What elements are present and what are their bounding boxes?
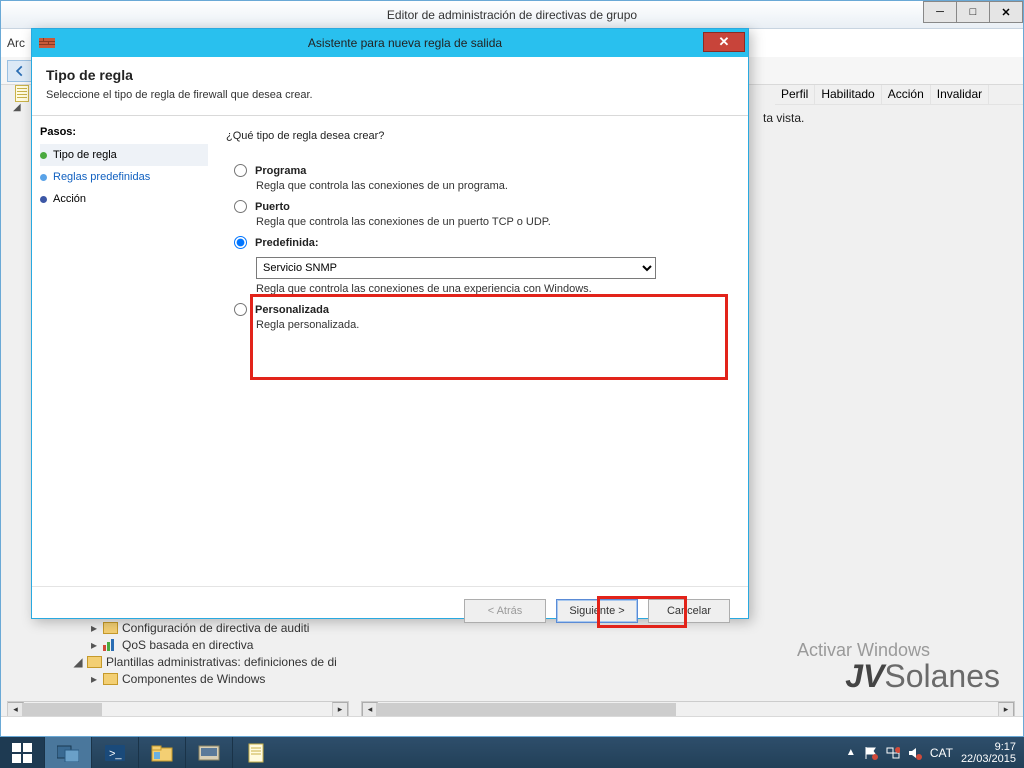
statusbar [1, 716, 1023, 736]
wizard-subheading: Seleccione el tipo de regla de firewall … [46, 89, 734, 101]
minimize-button[interactable]: ─ [923, 1, 957, 23]
svg-text:>_: >_ [109, 748, 122, 760]
server-manager-icon [57, 744, 79, 762]
qos-icon [103, 639, 118, 651]
brand-watermark: JVSolanes [845, 658, 1000, 695]
form-question: ¿Qué tipo de regla desea crear? [226, 130, 730, 142]
wizard-titlebar[interactable]: Asistente para nueva regla de salida ✕ [32, 29, 748, 57]
flag-icon[interactable] [864, 746, 878, 760]
maximize-button[interactable]: □ [956, 1, 990, 23]
folder-icon [103, 673, 118, 685]
taskbar-powershell[interactable]: >_ [92, 737, 138, 768]
option-program: Programa Regla que controla las conexion… [234, 164, 730, 192]
step-action[interactable]: Acción [40, 188, 208, 210]
steps-label: Pasos: [40, 126, 208, 138]
taskbar-explorer[interactable] [139, 737, 185, 768]
wizard-header: Tipo de regla Seleccione el tipo de regl… [32, 57, 748, 109]
wizard-footer: < Atrás Siguiente > Cancelar [32, 586, 748, 634]
console-icon [198, 744, 220, 762]
scroll-thumb[interactable] [22, 703, 102, 716]
start-button[interactable] [0, 737, 44, 768]
document-icon [247, 743, 265, 763]
back-button[interactable] [7, 60, 33, 82]
next-button[interactable]: Siguiente > [556, 599, 638, 623]
parent-titlebar[interactable]: Editor de administración de directivas d… [1, 1, 1023, 29]
wizard-title: Asistente para nueva regla de salida [62, 36, 748, 50]
listview-text-fragment: ta vista. [763, 111, 804, 125]
tree-row[interactable]: ▸QoS basada en directiva [65, 636, 337, 653]
taskbar-notepad[interactable] [233, 737, 279, 768]
expand-caret-icon[interactable]: ▸ [89, 638, 99, 652]
network-icon[interactable] [886, 746, 900, 760]
radio-port[interactable] [234, 200, 247, 213]
column-header[interactable]: Habilitado [815, 85, 881, 104]
language-indicator[interactable]: CAT [930, 746, 953, 760]
scroll-right-button[interactable]: ▸ [332, 702, 348, 717]
expand-caret-icon[interactable]: ▸ [89, 672, 99, 686]
document-icon [15, 85, 29, 102]
collapse-caret-icon[interactable]: ◢ [73, 655, 83, 669]
listview-headers: Perfil Habilitado Acción Invalidar [775, 85, 1023, 105]
step-rule-type[interactable]: Tipo de regla [40, 144, 208, 166]
cancel-button[interactable]: Cancelar [648, 599, 730, 623]
arrow-left-icon [13, 64, 27, 78]
radio-predefined[interactable] [234, 236, 247, 249]
column-header[interactable]: Acción [882, 85, 931, 104]
tree-row[interactable]: ▸Componentes de Windows [65, 670, 337, 687]
close-button[interactable]: ✕ [989, 1, 1023, 23]
tree-collapse-caret[interactable]: ◢ [13, 102, 21, 113]
predefined-select[interactable]: Servicio SNMP [256, 257, 656, 279]
wizard-form: ¿Qué tipo de regla desea crear? Programa… [216, 116, 748, 586]
option-predefined: Predefinida: Servicio SNMP Regla que con… [234, 236, 730, 295]
volume-icon[interactable] [908, 746, 922, 760]
scroll-thumb[interactable] [376, 703, 676, 716]
taskbar-app[interactable] [186, 737, 232, 768]
option-port: Puerto Regla que controla las conexiones… [234, 200, 730, 228]
radio-custom[interactable] [234, 303, 247, 316]
back-button: < Atrás [464, 599, 546, 623]
option-custom: Personalizada Regla personalizada. [234, 303, 730, 331]
tree-row[interactable]: ◢Plantillas administrativas: definicione… [65, 653, 337, 670]
taskbar-server-manager[interactable] [45, 737, 91, 768]
windows-logo-icon [12, 743, 32, 763]
firewall-icon [38, 34, 56, 52]
system-tray: ▲ CAT 9:17 22/03/2015 [838, 737, 1024, 768]
column-header[interactable]: Perfil [775, 85, 815, 104]
folder-icon [87, 656, 102, 668]
wizard-close-button[interactable]: ✕ [703, 32, 745, 52]
parent-window-title: Editor de administración de directivas d… [1, 8, 1023, 22]
taskbar-clock[interactable]: 9:17 22/03/2015 [961, 741, 1016, 765]
outbound-rule-wizard: Asistente para nueva regla de salida ✕ T… [31, 28, 749, 619]
radio-program[interactable] [234, 164, 247, 177]
wizard-steps-panel: Pasos: Tipo de regla Reglas predefinidas… [32, 116, 216, 586]
powershell-icon: >_ [104, 744, 126, 762]
taskbar: >_ ▲ CAT 9:17 22/03/2015 [0, 737, 1024, 768]
file-explorer-icon [151, 744, 173, 762]
column-header[interactable]: Invalidar [931, 85, 989, 104]
scroll-right-button[interactable]: ▸ [998, 702, 1014, 717]
wizard-heading: Tipo de regla [46, 67, 734, 83]
menu-file[interactable]: Arc [7, 36, 25, 50]
step-predefined-rules[interactable]: Reglas predefinidas [40, 166, 208, 188]
tray-overflow-button[interactable]: ▲ [846, 747, 856, 758]
